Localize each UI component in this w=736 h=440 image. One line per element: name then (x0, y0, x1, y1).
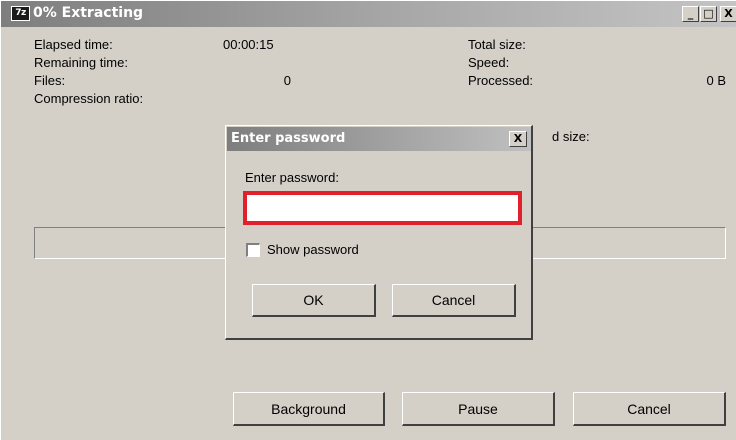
background-button[interactable]: Background (233, 392, 385, 426)
dialog-close-button[interactable]: X (509, 131, 527, 147)
processed-value: 0 B (706, 73, 726, 88)
cancel-button-label: Cancel (627, 400, 671, 417)
window-titlebar[interactable]: 7z 0% Extracting _ □ X (1, 1, 736, 27)
files-value: 0 (283, 73, 291, 88)
enter-password-dialog: Enter password X Enter password: Show pa… (225, 125, 533, 340)
files-label: Files: (34, 73, 66, 88)
pause-button[interactable]: Pause (402, 392, 555, 426)
speed-label: Speed: (468, 55, 510, 70)
background-button-label: Background (271, 400, 346, 417)
ok-button[interactable]: OK (252, 284, 376, 317)
total-size-label: Total size: (468, 37, 526, 52)
dialog-title: Enter password (231, 131, 346, 146)
elapsed-time-value: 00:00:15 (223, 37, 274, 52)
password-prompt-label: Enter password: (245, 170, 339, 185)
extract-progress-window: 7z 0% Extracting _ □ X Elapsed time: 00:… (0, 0, 736, 440)
pause-button-label: Pause (458, 400, 498, 417)
7zip-app-icon: 7z (11, 6, 30, 21)
show-password-checkbox[interactable] (246, 243, 260, 257)
maximize-button[interactable]: □ (700, 6, 717, 22)
minimize-button[interactable]: _ (682, 6, 699, 22)
processed-label: Processed: (468, 73, 534, 88)
ok-button-label: OK (303, 292, 324, 308)
close-button[interactable]: X (720, 6, 736, 22)
elapsed-time-label: Elapsed time: (34, 37, 113, 52)
packed-size-label: d size: (552, 129, 590, 144)
compression-ratio-label: Compression ratio: (34, 91, 144, 106)
show-password-label[interactable]: Show password (267, 242, 359, 258)
dialog-titlebar[interactable]: Enter password X (227, 127, 531, 151)
window-title: 0% Extracting (33, 5, 144, 21)
dialog-cancel-button[interactable]: Cancel (392, 284, 516, 317)
remaining-time-label: Remaining time: (34, 55, 128, 70)
password-field-highlight (243, 191, 522, 225)
window-controls: _ □ X (681, 6, 736, 22)
cancel-button[interactable]: Cancel (573, 392, 726, 426)
dialog-cancel-button-label: Cancel (431, 292, 476, 308)
password-input[interactable] (249, 197, 516, 219)
